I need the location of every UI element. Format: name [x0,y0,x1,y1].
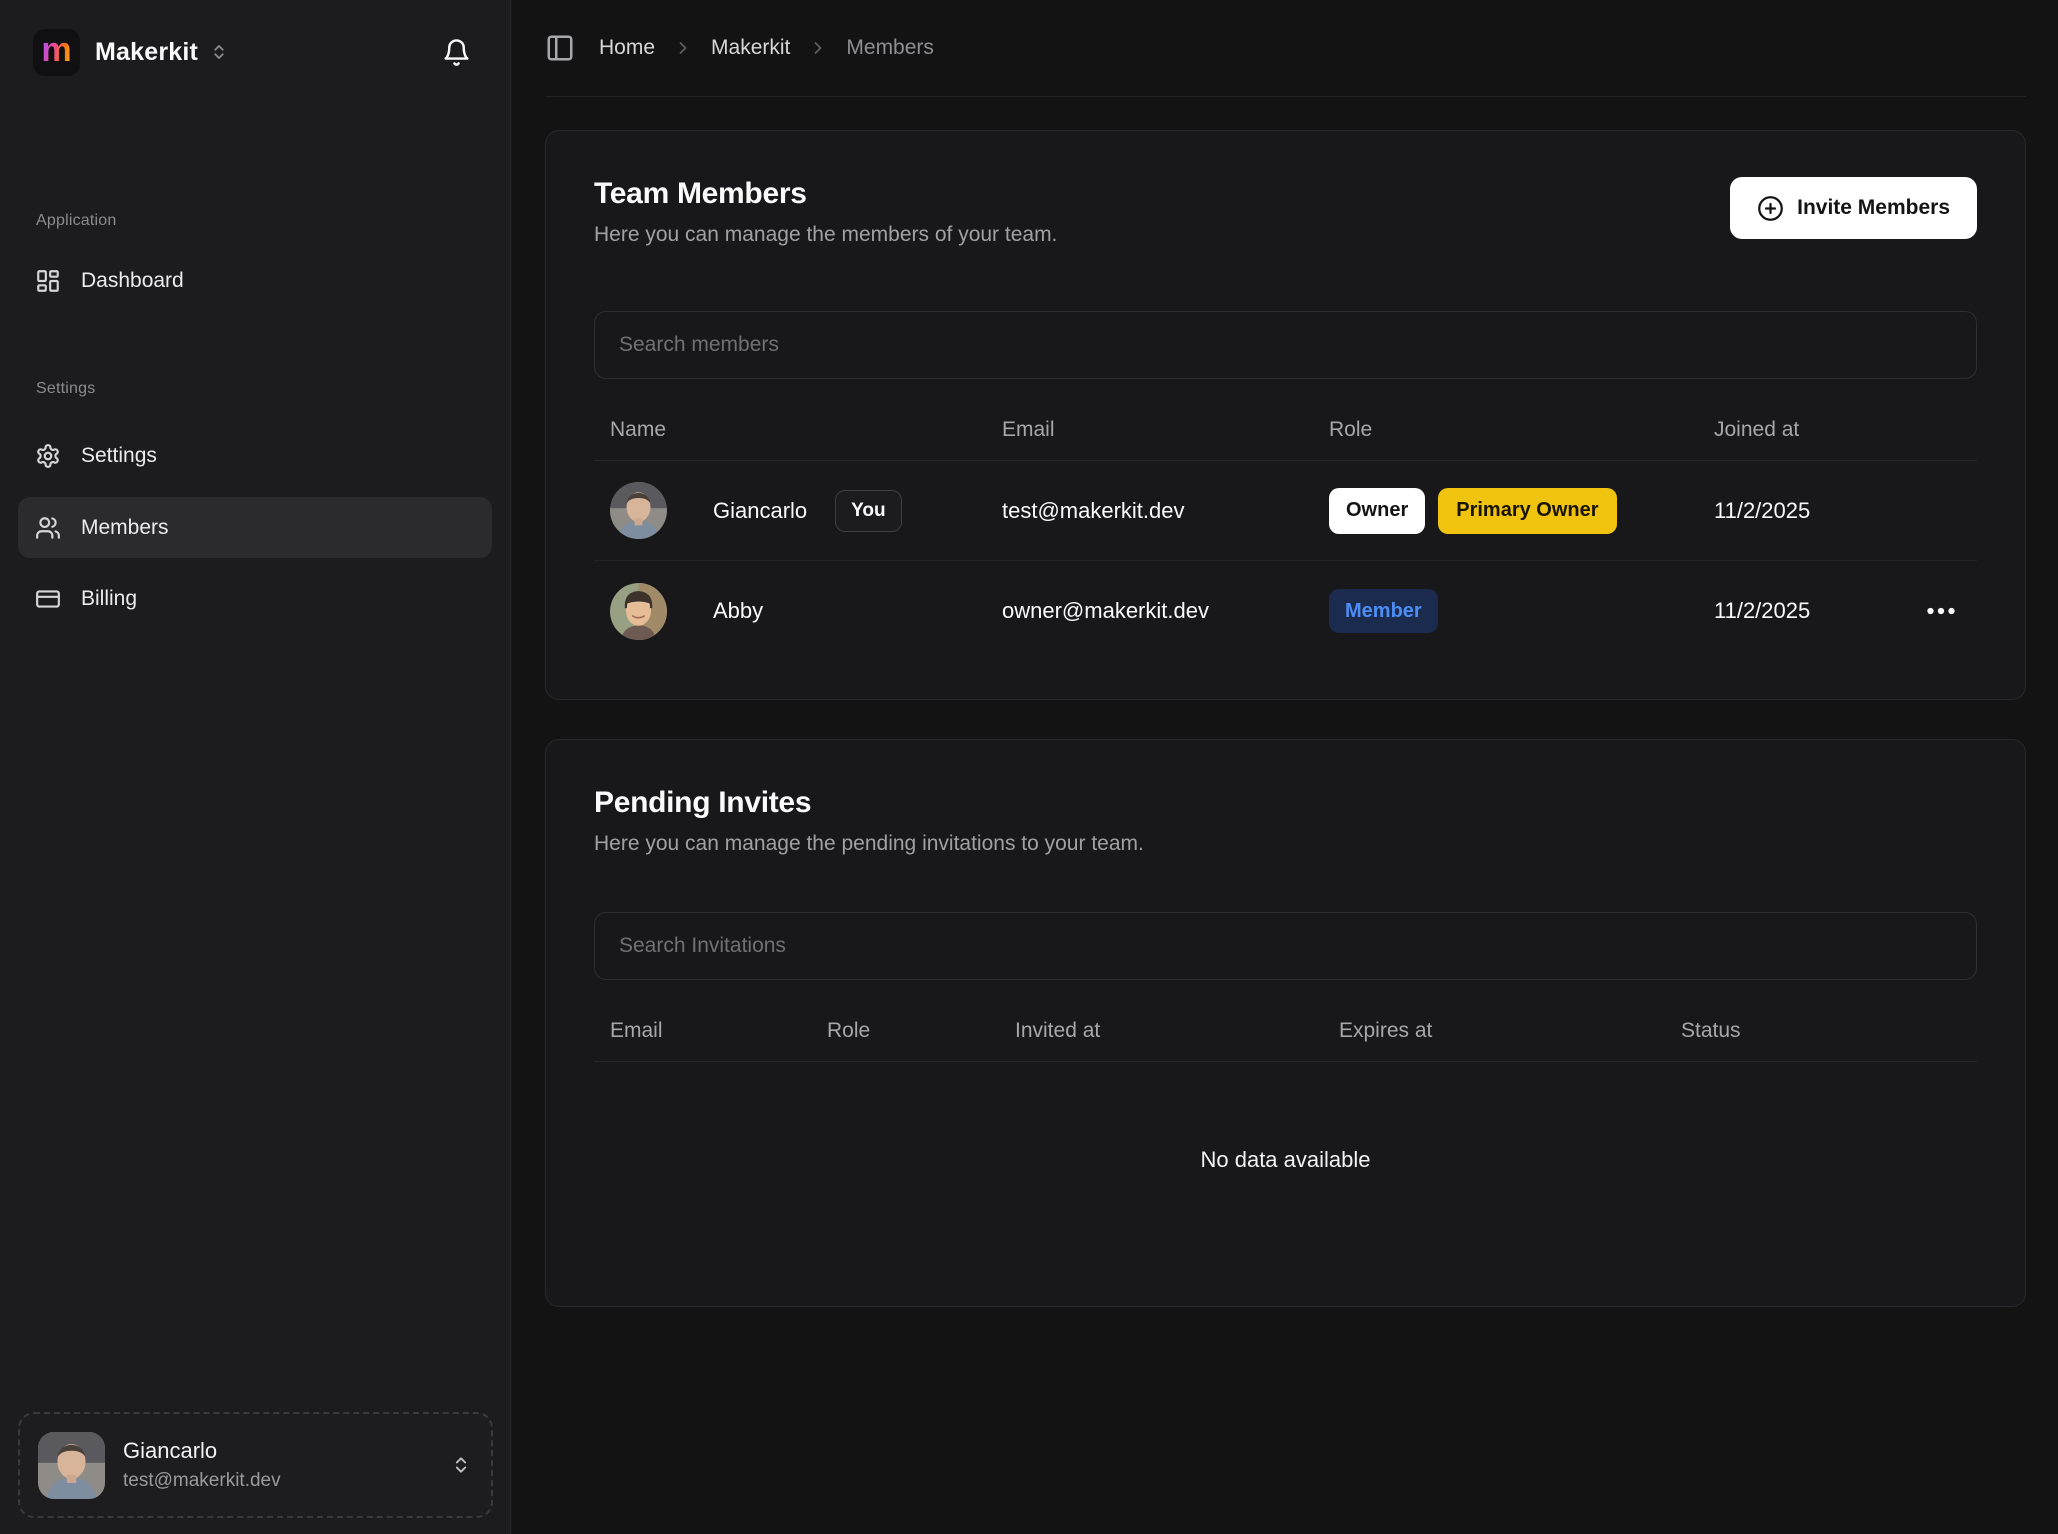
page-subtitle: Here you can manage the members of your … [594,223,1057,247]
column-header-name: Name [594,418,986,442]
sidebar-toggle-icon[interactable] [545,33,575,63]
credit-card-icon [35,586,61,612]
chevron-right-icon [808,38,828,58]
chevrons-up-down-icon [451,1455,471,1475]
account-email: test@makerkit.dev [123,1470,281,1492]
column-header-joined: Joined at [1698,418,1888,442]
column-header-email: Email [594,1019,811,1043]
column-header-role: Role [811,1019,999,1043]
breadcrumb-bar: Home Makerkit Members [545,0,2026,97]
nav-section-application: Application [36,210,474,232]
member-actions-cell [1888,593,1977,629]
dashboard-icon [35,268,61,294]
workspace-selector-icon[interactable] [210,43,228,61]
sidebar-item-settings[interactable]: Settings [18,425,492,486]
page-title: Team Members [594,177,1057,211]
sidebar-item-label: Billing [81,587,137,611]
member-role-cell: Member [1313,589,1698,633]
empty-state-text: No data available [1200,1147,1370,1173]
invite-members-label: Invite Members [1797,196,1950,220]
sidebar-item-label: Dashboard [81,269,184,293]
empty-state: No data available [594,1062,1977,1258]
avatar [38,1432,105,1499]
search-invitations-input[interactable] [594,912,1977,980]
breadcrumb-makerkit[interactable]: Makerkit [711,36,790,60]
sidebar-item-members[interactable]: Members [18,497,492,558]
member-role-cell: Owner Primary Owner [1313,488,1698,534]
app-logo[interactable]: m [33,29,80,76]
member-name: Abby [713,598,763,624]
sidebar-nav: Application Dashboard Settings Settings … [0,104,510,1534]
team-members-card: Team Members Here you can manage the mem… [545,130,2026,700]
member-name-cell: Giancarlo You [594,482,986,539]
avatar [610,482,667,539]
column-header-role: Role [1313,418,1698,442]
sidebar-item-billing[interactable]: Billing [18,568,492,629]
plus-circle-icon [1757,195,1784,222]
member-joined-date: 11/2/2025 [1714,498,1810,523]
sidebar-item-dashboard[interactable]: Dashboard [18,250,492,311]
breadcrumb-members: Members [846,36,934,60]
role-badge-member: Member [1329,589,1438,633]
breadcrumb-home[interactable]: Home [599,36,655,60]
sidebar-item-label: Members [81,516,169,540]
role-badge-primary-owner: Primary Owner [1438,488,1616,534]
bell-icon[interactable] [442,38,471,67]
table-row: Giancarlo You test@makerkit.dev Owner Pr… [594,461,1977,561]
column-header-email: Email [986,418,1313,442]
app-logo-letter: m [41,33,71,67]
workspace-name[interactable]: Makerkit [95,38,198,67]
pending-invites-card: Pending Invites Here you can manage the … [545,739,2026,1307]
account-info: Giancarlo test@makerkit.dev [123,1438,281,1492]
member-name: Giancarlo [713,498,807,524]
sidebar-item-label: Settings [81,444,157,468]
pending-invites-title: Pending Invites [594,786,1977,820]
row-menu-ellipsis-icon[interactable] [1923,593,1959,629]
role-badge-owner: Owner [1329,488,1425,534]
member-email: test@makerkit.dev [1002,498,1185,523]
you-badge: You [835,490,901,532]
account-name: Giancarlo [123,1438,281,1464]
member-joined-date: 11/2/2025 [1714,598,1810,623]
users-icon [35,515,61,541]
team-members-header: Team Members Here you can manage the mem… [594,177,1977,247]
team-members-heading: Team Members Here you can manage the mem… [594,177,1057,247]
column-header-status: Status [1665,1019,1977,1043]
gear-icon [35,443,61,469]
member-name-cell: Abby [594,583,986,640]
column-header-expires-at: Expires at [1323,1019,1665,1043]
pending-invites-subtitle: Here you can manage the pending invitati… [594,832,1977,856]
member-email: owner@makerkit.dev [1002,598,1209,623]
account-menu-trigger[interactable]: Giancarlo test@makerkit.dev [18,1412,493,1518]
pending-invites-heading: Pending Invites Here you can manage the … [594,786,1977,856]
sidebar-header: m Makerkit [0,0,510,104]
sidebar: m Makerkit Application Dashboard Setting… [0,0,511,1534]
nav-section-settings: Settings [36,378,474,400]
avatar [610,583,667,640]
members-table-header: Name Email Role Joined at [594,399,1977,461]
main-content: Home Makerkit Members Team Members Here … [511,0,2058,1534]
invite-members-button[interactable]: Invite Members [1730,177,1977,239]
column-header-invited-at: Invited at [999,1019,1323,1043]
search-members-input[interactable] [594,311,1977,379]
table-row: Abby owner@makerkit.dev Member 11/2/2025 [594,561,1977,661]
chevron-right-icon [673,38,693,58]
invites-table-header: Email Role Invited at Expires at Status [594,1000,1977,1062]
breadcrumb: Home Makerkit Members [599,36,934,60]
